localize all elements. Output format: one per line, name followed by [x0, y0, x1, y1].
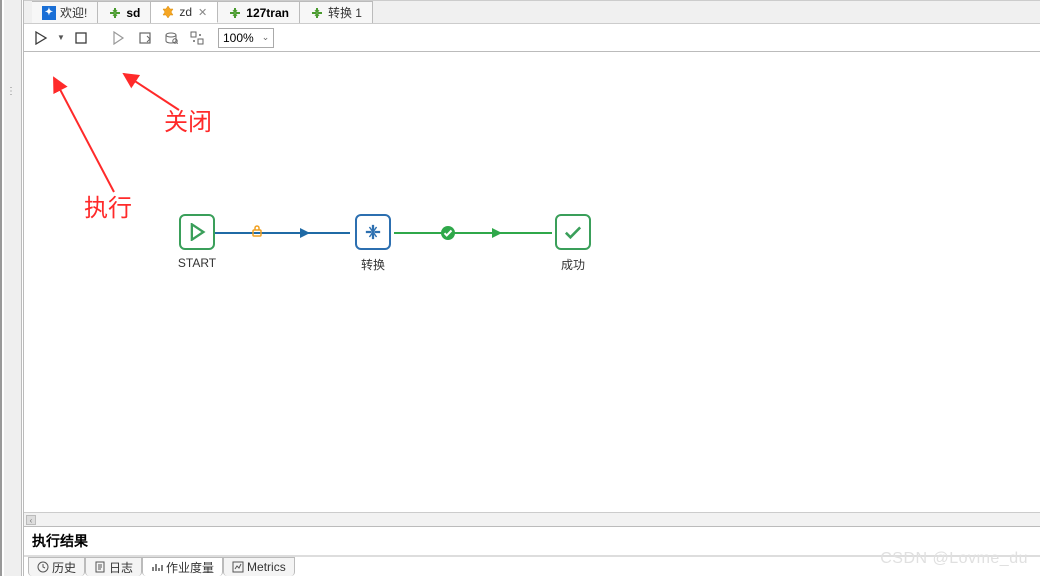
tab-label: 转换 1 — [328, 4, 362, 21]
transformation-icon — [363, 222, 383, 242]
job-icon — [161, 5, 175, 19]
left-gutter-decoration: ⋮ — [6, 86, 16, 97]
results-tab-metrics[interactable]: Metrics — [223, 557, 295, 576]
hop-arrow-icon — [300, 228, 310, 238]
horizontal-scrollbar[interactable]: ‹ — [24, 512, 1040, 526]
tab-127tran[interactable]: 127tran — [218, 1, 300, 23]
hop-arrow-icon — [492, 228, 502, 238]
editor-tabbar: ✦ 欢迎! sd zd ✕ 127tran — [24, 0, 1040, 24]
tab-welcome[interactable]: ✦ 欢迎! — [32, 1, 98, 23]
annotation-stop-label: 关闭 — [164, 102, 212, 137]
clock-icon — [37, 561, 49, 573]
sql-button[interactable] — [160, 27, 182, 49]
node-label: START — [174, 256, 220, 270]
node-start[interactable]: START — [174, 214, 220, 270]
analyze-button[interactable] — [186, 27, 208, 49]
watermark: CSDN @Lovme_du — [880, 550, 1028, 568]
chevron-down-icon: ⌄ — [262, 32, 270, 43]
welcome-icon: ✦ — [42, 6, 56, 20]
preview-button[interactable] — [108, 27, 130, 49]
debug-button[interactable] — [134, 27, 156, 49]
transformation-icon — [228, 6, 242, 20]
play-icon — [188, 223, 206, 241]
results-tab-job-metrics[interactable]: 作业度量 — [142, 557, 223, 576]
results-tab-label: Metrics — [247, 560, 286, 574]
tab-label: zd — [179, 5, 192, 19]
tab-label: 127tran — [246, 6, 289, 20]
hop-trans-to-success[interactable] — [394, 232, 552, 234]
lock-icon — [250, 224, 264, 238]
node-label: 转换 — [350, 256, 396, 273]
run-button[interactable] — [30, 27, 52, 49]
tab-zd[interactable]: zd ✕ — [151, 1, 218, 23]
results-tab-label: 历史 — [52, 559, 76, 576]
transformation-icon — [310, 6, 324, 20]
results-tab-label: 日志 — [109, 559, 133, 576]
workflow-canvas[interactable]: 执行 关闭 START — [24, 52, 1040, 526]
results-tab-label: 作业度量 — [166, 559, 214, 576]
results-tab-history[interactable]: 历史 — [28, 557, 85, 576]
node-transform[interactable]: 转换 — [350, 214, 396, 273]
node-label: 成功 — [550, 256, 596, 273]
scroll-left-icon[interactable]: ‹ — [26, 515, 36, 525]
document-icon — [94, 561, 106, 573]
annotation-run-label: 执行 — [84, 188, 132, 223]
tab-label: 欢迎! — [60, 4, 87, 21]
tab-transform1[interactable]: 转换 1 — [300, 1, 373, 23]
zoom-select[interactable]: 100% ⌄ — [218, 28, 274, 48]
stop-button[interactable] — [70, 27, 92, 49]
transformation-icon — [108, 6, 122, 20]
close-icon[interactable]: ✕ — [196, 6, 207, 19]
metrics-icon — [151, 561, 163, 573]
hop-start-to-trans[interactable] — [208, 232, 350, 234]
node-success[interactable]: 成功 — [550, 214, 596, 273]
run-dropdown-caret[interactable]: ▼ — [56, 33, 66, 42]
chart-icon — [232, 561, 244, 573]
zoom-value: 100% — [223, 31, 254, 45]
tab-label: sd — [126, 6, 140, 20]
check-circle-icon — [440, 225, 456, 241]
canvas-toolbar: ▼ 100% ⌄ — [24, 24, 1040, 52]
check-icon — [563, 222, 583, 242]
results-tab-log[interactable]: 日志 — [85, 557, 142, 576]
tab-sd[interactable]: sd — [98, 1, 151, 23]
